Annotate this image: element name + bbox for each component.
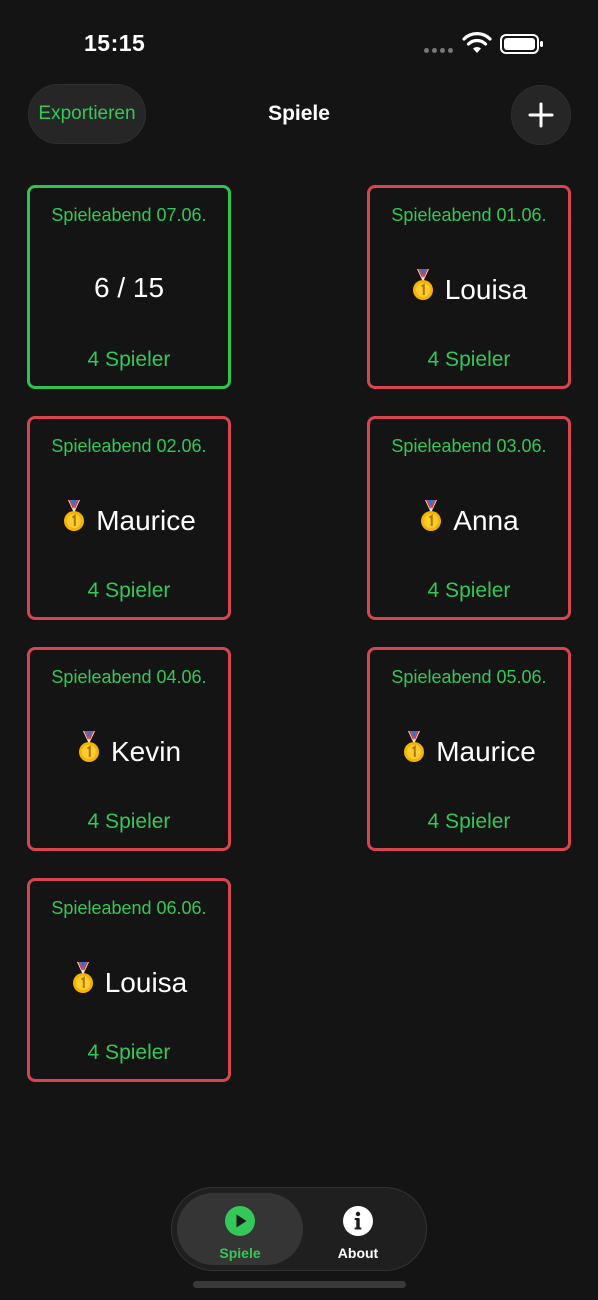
game-card-winner: Louisa [370,269,568,311]
gold-medal-icon [402,731,426,770]
game-card-players: 4 Spieler [427,348,511,371]
game-card-main-text: Maurice [436,735,536,767]
tab-spiele-label: Spiele [219,1245,261,1261]
game-card-title: Spieleabend 07.06. [51,205,207,225]
game-card-title: Spieleabend 04.06. [51,667,207,687]
gold-medal-icon [71,962,95,1001]
game-card[interactable]: Spieleabend 03.06. Anna 4 Spieler [367,416,571,620]
tab-about[interactable]: About [295,1193,421,1265]
game-card-winner: Maurice [30,500,228,542]
game-card-winner: Maurice [370,731,568,773]
game-card[interactable]: Spieleabend 06.06. Louisa 4 Spieler [27,878,231,1082]
home-indicator [193,1281,406,1288]
game-card-title: Spieleabend 03.06. [391,436,547,456]
game-card-players: 4 Spieler [427,810,511,833]
tab-bar: Spiele About [171,1187,427,1271]
game-card-main-text: Louisa [444,273,528,305]
game-card[interactable]: Spieleabend 01.06. Louisa 4 Spieler [367,185,571,389]
gold-medal-icon [419,500,443,539]
game-card[interactable]: Spieleabend 07.06. 6 / 15 4 Spieler [27,185,231,389]
tab-spiele[interactable]: Spiele [177,1193,303,1265]
game-card-winner: Anna [370,500,568,542]
game-card-title: Spieleabend 05.06. [391,667,547,687]
game-card-players: 4 Spieler [87,810,171,833]
game-card-main-text: Kevin [110,735,182,767]
game-card-title: Spieleabend 02.06. [51,436,207,456]
gold-medal-icon [62,500,86,539]
game-card-main-text: Louisa [104,966,188,998]
game-card-players: 4 Spieler [87,579,171,602]
game-card-main-text: Anna [453,504,519,536]
gold-medal-icon [411,269,435,308]
game-card-winner: Louisa [30,962,228,1004]
game-card-winner: Kevin [30,731,228,773]
game-card[interactable]: Spieleabend 05.06. Maurice 4 Spieler [367,647,571,851]
play-circle-icon [224,1205,256,1242]
game-card-main-text: 6 / 15 [93,272,165,303]
game-card-progress: 6 / 15 [30,272,228,304]
game-card-players: 4 Spieler [87,1041,171,1064]
game-card-players: 4 Spieler [87,348,171,371]
games-grid: Spieleabend 07.06. 6 / 15 4 Spieler Spielea… [0,0,598,1100]
game-card-title: Spieleabend 01.06. [391,205,547,225]
tab-about-label: About [337,1245,379,1261]
info-circle-icon [342,1205,374,1242]
game-card-players: 4 Spieler [427,579,511,602]
gold-medal-icon [77,731,101,770]
game-card[interactable]: Spieleabend 04.06. Kevin 4 Spieler [27,647,231,851]
game-card[interactable]: Spieleabend 02.06. Maurice 4 Spieler [27,416,231,620]
game-card-main-text: Maurice [96,504,196,536]
game-card-title: Spieleabend 06.06. [51,898,207,918]
